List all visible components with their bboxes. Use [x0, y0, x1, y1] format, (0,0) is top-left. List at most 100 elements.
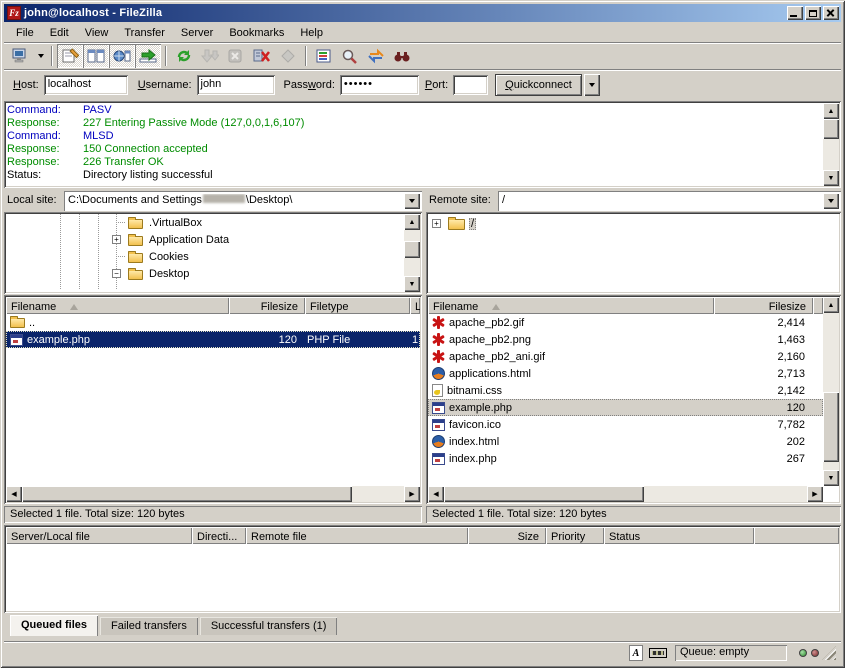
- column-header-direction[interactable]: Directi...: [192, 527, 246, 544]
- menu-transfer[interactable]: Transfer: [116, 25, 173, 41]
- synchronized-browsing-button[interactable]: [363, 44, 389, 68]
- password-input[interactable]: ••••••: [340, 75, 419, 95]
- remote-site-row: Remote site: /: [426, 191, 841, 211]
- column-header-filesize[interactable]: Filesize: [229, 297, 305, 314]
- column-header-last-modified[interactable]: L: [410, 297, 420, 314]
- column-header-filename[interactable]: Filename: [428, 297, 714, 314]
- quickconnect-dropdown-button[interactable]: [584, 74, 600, 96]
- directory-comparison-button[interactable]: [337, 44, 363, 68]
- cancel-button[interactable]: [223, 44, 249, 68]
- file-row-example-php[interactable]: example.php 120 PHP File 1: [6, 331, 420, 348]
- process-queue-button[interactable]: [197, 44, 223, 68]
- username-input[interactable]: john: [197, 75, 275, 95]
- menu-help[interactable]: Help: [292, 25, 331, 41]
- site-manager-button[interactable]: [8, 44, 34, 68]
- chevron-down-icon[interactable]: [823, 193, 839, 209]
- column-header-status[interactable]: Status: [604, 527, 754, 544]
- log-line: Command:PASV: [7, 104, 821, 117]
- remote-site-combobox[interactable]: /: [498, 191, 841, 211]
- expand-plus-icon[interactable]: +: [112, 235, 121, 244]
- scroll-down-icon[interactable]: ▼: [823, 470, 839, 486]
- tree-item-cookies[interactable]: Cookies: [4, 248, 402, 265]
- column-header-size[interactable]: Size: [468, 527, 546, 544]
- close-button[interactable]: [823, 6, 839, 20]
- scroll-left-icon[interactable]: ◀: [6, 486, 22, 502]
- speed-limits-icon: [649, 648, 667, 658]
- port-label: Port:: [425, 79, 448, 91]
- local-site-combobox[interactable]: C:\Documents and Settings\Desktop\: [64, 191, 422, 211]
- file-row[interactable]: apache_pb2_ani.gif2,160: [428, 348, 823, 365]
- maximize-button[interactable]: [805, 6, 821, 20]
- tab-successful-transfers[interactable]: Successful transfers (1): [200, 617, 338, 635]
- column-header-filetype[interactable]: Filetype: [305, 297, 410, 314]
- scroll-down-icon[interactable]: ▼: [404, 276, 420, 292]
- minimize-button[interactable]: [787, 6, 803, 20]
- file-row[interactable]: favicon.ico7,782: [428, 416, 823, 433]
- remote-list-vscrollbar[interactable]: ▲ ▼: [823, 297, 839, 486]
- cancel-icon: [227, 48, 245, 64]
- quickconnect-button[interactable]: Quickconnect: [495, 74, 582, 96]
- column-header-server-local-file[interactable]: Server/Local file: [6, 527, 192, 544]
- tree-item-application-data[interactable]: + Application Data: [4, 231, 402, 248]
- collapse-minus-icon[interactable]: −: [112, 269, 121, 278]
- find-files-button[interactable]: [389, 44, 415, 68]
- menu-server[interactable]: Server: [173, 25, 221, 41]
- tab-queued-files[interactable]: Queued files: [10, 615, 98, 636]
- filter-icon: [315, 48, 333, 64]
- queue-tabs: Queued files Failed transfers Successful…: [4, 615, 841, 636]
- toggle-message-log-button[interactable]: [57, 44, 83, 68]
- local-list-hscrollbar[interactable]: ◀ ▶: [6, 486, 420, 502]
- file-row[interactable]: bitnami.css2,142: [428, 382, 823, 399]
- column-header-remote-file[interactable]: Remote file: [246, 527, 468, 544]
- remote-list-hscrollbar[interactable]: ◀ ▶: [428, 486, 823, 502]
- site-manager-dropdown-button[interactable]: [34, 44, 47, 68]
- remote-file-list: Filename Filesize apache_pb2.gif2,414 ap…: [426, 295, 841, 504]
- toggle-remote-tree-button[interactable]: [109, 44, 135, 68]
- file-row[interactable]: applications.html2,713: [428, 365, 823, 382]
- local-tree-scrollbar[interactable]: ▲ ▼: [404, 214, 420, 292]
- tree-item-virtualbox[interactable]: .VirtualBox: [4, 214, 402, 231]
- expand-plus-icon[interactable]: +: [432, 219, 441, 228]
- reconnect-button[interactable]: [275, 44, 301, 68]
- tree-item-desktop[interactable]: − Desktop: [4, 265, 402, 282]
- image-file-icon: [432, 350, 445, 363]
- port-input[interactable]: [453, 75, 488, 95]
- file-row[interactable]: index.html202: [428, 433, 823, 450]
- column-header-filename[interactable]: Filename: [6, 297, 229, 314]
- statusbar: A Queue: empty: [4, 641, 841, 664]
- resize-grip[interactable]: [822, 646, 836, 660]
- toolbar-separator: [51, 46, 53, 66]
- tree-item-root[interactable]: + /: [426, 215, 821, 232]
- scroll-left-icon[interactable]: ◀: [428, 486, 444, 502]
- remote-tree-icon: [113, 48, 131, 64]
- file-row[interactable]: apache_pb2.gif2,414: [428, 314, 823, 331]
- disconnect-icon: [253, 48, 271, 64]
- tab-failed-transfers[interactable]: Failed transfers: [100, 617, 198, 635]
- chevron-down-icon[interactable]: [404, 193, 420, 209]
- menu-view[interactable]: View: [77, 25, 117, 41]
- file-row[interactable]: apache_pb2.png1,463: [428, 331, 823, 348]
- menu-edit[interactable]: Edit: [42, 25, 77, 41]
- menu-bookmarks[interactable]: Bookmarks: [221, 25, 292, 41]
- toggle-transfer-queue-button[interactable]: [135, 44, 161, 68]
- file-row[interactable]: index.php267: [428, 450, 823, 467]
- toolbar: [4, 42, 841, 69]
- scroll-down-icon[interactable]: ▼: [823, 170, 839, 186]
- scroll-right-icon[interactable]: ▶: [807, 486, 823, 502]
- directory-filters-button[interactable]: [311, 44, 337, 68]
- column-header-priority[interactable]: Priority: [546, 527, 604, 544]
- disconnect-button[interactable]: [249, 44, 275, 68]
- scroll-up-icon[interactable]: ▲: [823, 103, 839, 119]
- host-input[interactable]: localhost: [44, 75, 128, 95]
- log-scrollbar[interactable]: ▲ ▼: [823, 103, 839, 186]
- file-row-example-php[interactable]: example.php120: [428, 399, 823, 416]
- scroll-up-icon[interactable]: ▲: [823, 297, 839, 313]
- menu-file[interactable]: File: [8, 25, 42, 41]
- scroll-right-icon[interactable]: ▶: [404, 486, 420, 502]
- file-row-parent-dir[interactable]: ..: [6, 314, 420, 331]
- column-header-filesize[interactable]: Filesize: [714, 297, 813, 314]
- refresh-button[interactable]: [171, 44, 197, 68]
- toggle-local-tree-button[interactable]: [83, 44, 109, 68]
- scroll-up-icon[interactable]: ▲: [404, 214, 420, 230]
- filezilla-app-icon: Fz: [7, 6, 21, 20]
